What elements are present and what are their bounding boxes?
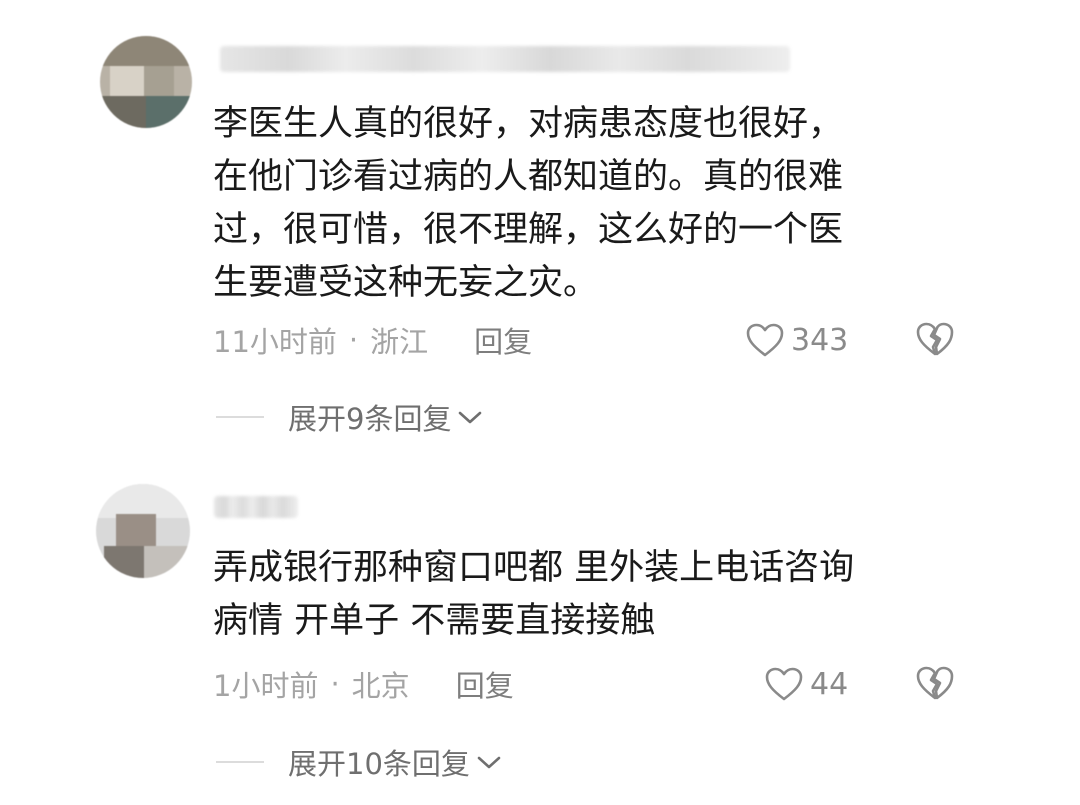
comment-text-line: 在他门诊看过病的人都知道的。真的很难	[213, 157, 844, 197]
comment-text-line: 李医生人真的很好，对病患态度也很好，	[213, 104, 844, 144]
comment-location: 北京	[351, 669, 410, 703]
dislike-button[interactable]	[914, 320, 956, 362]
expand-replies-button[interactable]: 展开9条回复	[288, 396, 451, 438]
username-blurred[interactable]	[220, 46, 790, 72]
divider-line	[216, 416, 264, 418]
comment-item: 李医生人真的很好，对病患态度也很好， 在他门诊看过病的人都知道的。真的很难 过，…	[0, 0, 1080, 460]
comment-location: 浙江	[370, 325, 429, 359]
dislike-button[interactable]	[914, 664, 956, 706]
like-count: 44	[810, 666, 849, 702]
comment-meta: 1小时前 · 北京 回复	[213, 664, 514, 704]
avatar-pixel	[146, 96, 192, 128]
avatar-pixel	[100, 36, 192, 66]
meta-separator: ·	[330, 667, 340, 701]
avatar-pixel	[144, 546, 190, 578]
comment-item: 弄成银行那种窗口吧都 里外装上电话咨询 病情 开单子 不需要直接接触 1小时前 …	[0, 460, 1080, 805]
reply-button[interactable]: 回复	[456, 663, 514, 705]
avatar[interactable]	[100, 36, 192, 128]
reply-button[interactable]: 回复	[474, 319, 532, 361]
broken-heart-icon	[916, 666, 954, 700]
expand-replies: 展开10条回复	[216, 742, 502, 782]
chevron-down-icon[interactable]	[476, 753, 502, 771]
expand-replies: 展开9条回复	[216, 397, 483, 437]
avatar-pixel	[144, 66, 174, 96]
comment-text-line: 病情 开单子 不需要直接接触	[213, 601, 656, 641]
avatar-pixel	[104, 546, 144, 578]
avatar-pixel	[100, 96, 146, 128]
divider-line	[216, 761, 264, 763]
avatar-pixel	[116, 514, 156, 546]
comment-meta: 11小时前 · 浙江 回复	[213, 320, 532, 360]
avatar[interactable]	[96, 484, 190, 578]
heart-outline-icon	[765, 667, 803, 701]
like-count: 343	[791, 322, 849, 358]
chevron-down-icon[interactable]	[457, 408, 483, 426]
meta-separator: ·	[348, 323, 359, 357]
like-button[interactable]: 343	[745, 320, 848, 360]
comment-text-line: 过，很可惜，很不理解，这么好的一个医	[213, 210, 844, 250]
comment-text-line: 弄成银行那种窗口吧都 里外装上电话咨询	[213, 548, 855, 588]
heart-outline-icon	[746, 323, 784, 357]
comment-time: 11小时前	[213, 325, 337, 359]
comment-text-line: 生要遭受这种无妄之灾。	[213, 263, 599, 303]
comment-text: 李医生人真的很好，对病患态度也很好， 在他门诊看过病的人都知道的。真的很难 过，…	[213, 98, 953, 310]
avatar-pixel	[96, 484, 190, 518]
comment-text: 弄成银行那种窗口吧都 里外装上电话咨询 病情 开单子 不需要直接接触	[213, 542, 953, 648]
like-button[interactable]: 44	[764, 664, 848, 704]
username-blurred[interactable]	[214, 496, 298, 518]
comment-time: 1小时前	[213, 669, 319, 703]
expand-replies-button[interactable]: 展开10条回复	[288, 741, 470, 783]
avatar-pixel	[110, 66, 144, 96]
broken-heart-icon	[916, 322, 954, 356]
